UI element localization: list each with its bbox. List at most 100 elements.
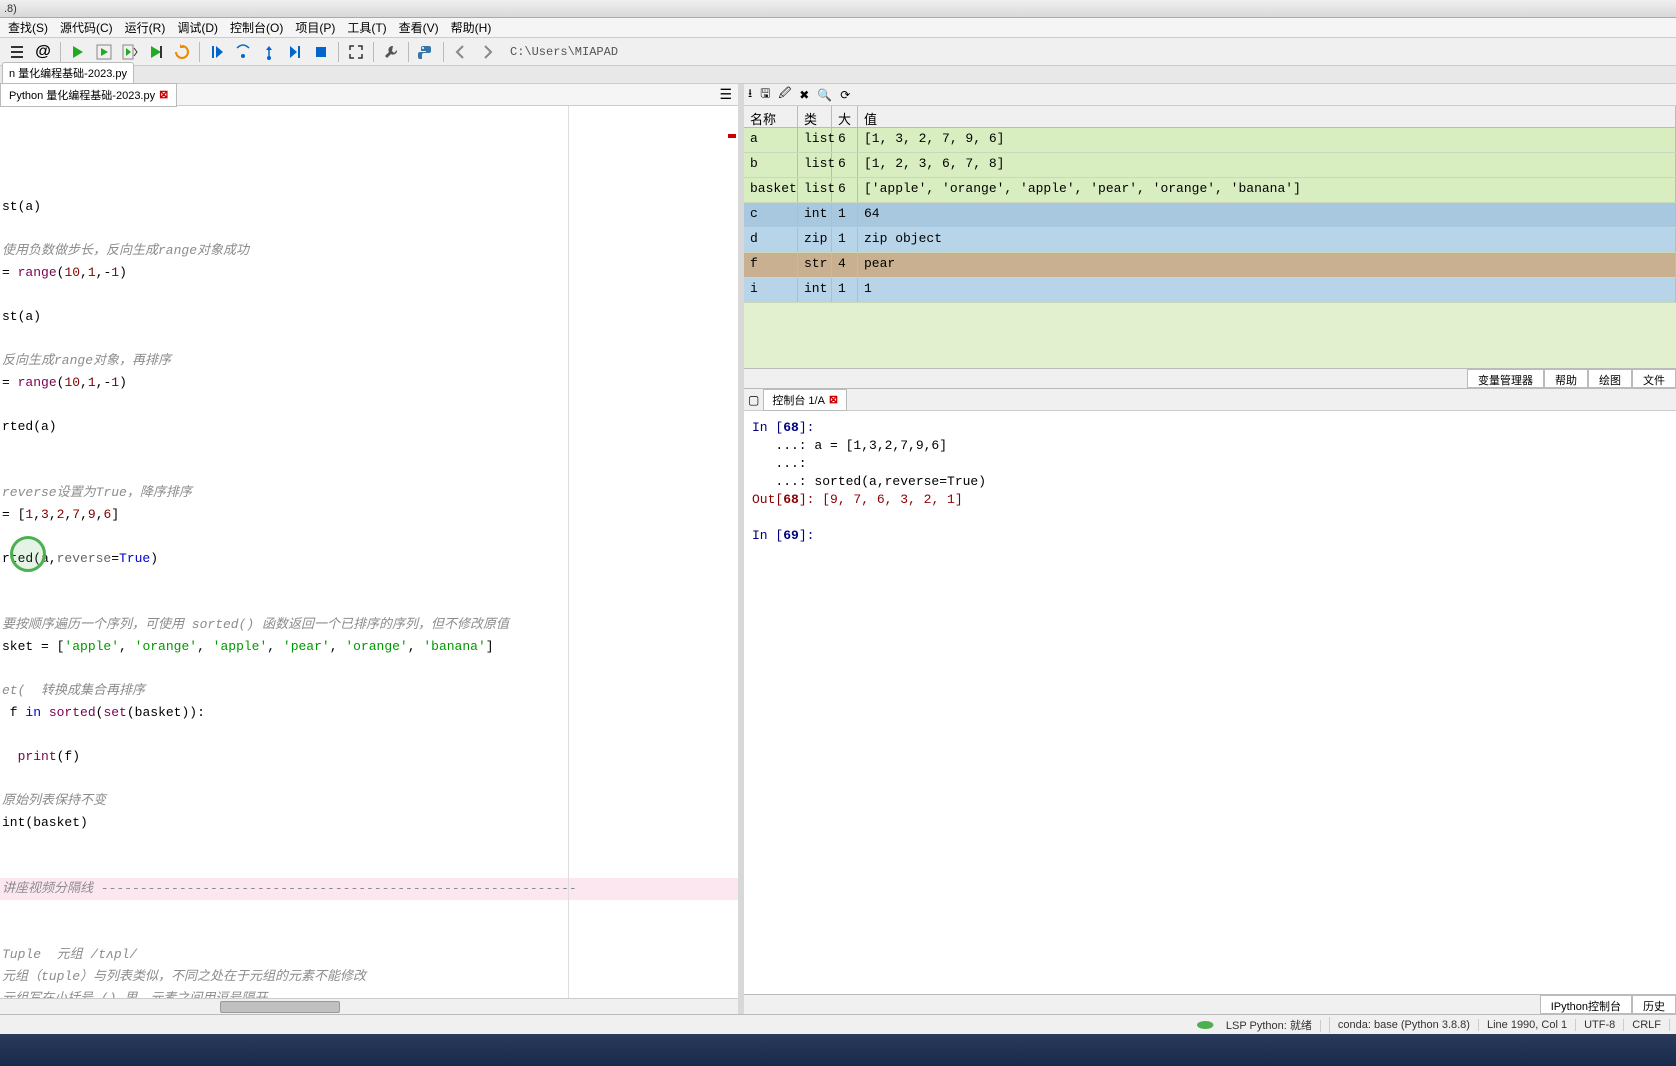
separator [373, 42, 374, 62]
right-pane: ⭳ 🖫 🖉 ✖ 🔍 ⟳ 名称 类型 大小 值 alist6[1, 3, 2, 7… [744, 84, 1676, 1014]
code-line [0, 394, 738, 416]
code-line: 讲座视频分隔线 --------------------------------… [0, 878, 738, 900]
horizontal-scrollbar[interactable] [0, 998, 738, 1014]
nav-back-icon[interactable] [450, 41, 472, 63]
main-toolbar: @ C:\Users\MIAPAD [0, 38, 1676, 66]
debug-stop-icon[interactable] [310, 41, 332, 63]
var-size: 1 [832, 203, 858, 227]
code-editor[interactable]: st(a) 使用负数做步长，反向生成range对象成功= range(10,1,… [0, 106, 738, 998]
wrench-icon[interactable] [380, 41, 402, 63]
col-value-header[interactable]: 值 [858, 106, 1676, 127]
variable-toolbar: ⭳ 🖫 🖉 ✖ 🔍 ⟳ [744, 84, 1676, 106]
rerun-icon[interactable] [171, 41, 193, 63]
main-area: Python 量化编程基础-2023.py ⊠ ☰ st(a) 使用负数做步长，… [0, 84, 1676, 1014]
conda-env[interactable]: conda: base (Python 3.8.8) [1330, 1019, 1479, 1031]
code-line: print(f) [0, 746, 738, 768]
windows-taskbar[interactable] [0, 1034, 1676, 1066]
editor-pane: Python 量化编程基础-2023.py ⊠ ☰ st(a) 使用负数做步长，… [0, 84, 738, 1014]
panel-icon[interactable]: ▢ [748, 393, 759, 407]
run-cell-advance-icon[interactable] [119, 41, 141, 63]
working-dir-path[interactable]: C:\Users\MIAPAD [502, 43, 1670, 61]
panel-tab[interactable]: 帮助 [1544, 369, 1588, 388]
debug-continue-icon[interactable] [284, 41, 306, 63]
run-selection-icon[interactable] [145, 41, 167, 63]
title-bar: .8) [0, 0, 1676, 18]
at-icon[interactable]: @ [32, 41, 54, 63]
save-icon[interactable]: 🖫 [760, 84, 770, 105]
menu-item[interactable]: 控制台(O) [224, 17, 289, 38]
debug-step-into-icon[interactable] [232, 41, 254, 63]
editor-tab[interactable]: Python 量化编程基础-2023.py ⊠ [0, 83, 177, 107]
var-name: c [744, 203, 798, 227]
python-icon[interactable] [415, 41, 437, 63]
separator [338, 42, 339, 62]
encoding[interactable]: UTF-8 [1576, 1019, 1624, 1031]
panel-tab[interactable]: IPython控制台 [1540, 995, 1632, 1014]
variable-row[interactable]: blist6[1, 2, 3, 6, 7, 8] [744, 153, 1676, 178]
menu-item[interactable]: 项目(P) [289, 17, 341, 38]
var-value: [1, 3, 2, 7, 9, 6] [858, 128, 1676, 152]
console-tab[interactable]: 控制台 1/A ⊠ [763, 389, 847, 411]
panel-tab[interactable]: 历史 [1632, 995, 1676, 1014]
delete-icon[interactable]: ✖ [799, 88, 809, 102]
document-tab[interactable]: n 量化编程基础-2023.py [2, 62, 134, 83]
debug-step-over-icon[interactable] [206, 41, 228, 63]
cursor-position: Line 1990, Col 1 [1479, 1019, 1576, 1031]
panel-tab[interactable]: 绘图 [1588, 369, 1632, 388]
menu-item[interactable]: 工具(T) [341, 17, 392, 38]
ipython-console[interactable]: In [68]: ...: a = [1,3,2,7,9,6] ...: ...… [744, 411, 1676, 994]
col-type-header[interactable]: 类型 [798, 106, 832, 127]
status-bar: LSP Python: 就绪 conda: base (Python 3.8.8… [0, 1014, 1676, 1034]
variable-row[interactable]: cint164 [744, 203, 1676, 228]
variable-row[interactable]: fstr4pear [744, 253, 1676, 278]
code-line: 使用负数做步长，反向生成range对象成功 [0, 240, 738, 262]
code-line: Tuple 元组 /tʌpl/ [0, 944, 738, 966]
scrollbar-thumb[interactable] [220, 1001, 340, 1013]
import-icon[interactable]: ⭳ [748, 84, 752, 105]
run-icon[interactable] [67, 41, 89, 63]
code-line [0, 922, 738, 944]
menu-item[interactable]: 帮助(H) [445, 17, 498, 38]
variable-row[interactable]: dzip1zip object [744, 228, 1676, 253]
menu-item[interactable]: 查找(S) [2, 17, 54, 38]
variable-row[interactable]: alist6[1, 3, 2, 7, 9, 6] [744, 128, 1676, 153]
code-line [0, 900, 738, 922]
code-line [0, 570, 738, 592]
variable-row[interactable]: basketlist6['apple', 'orange', 'apple', … [744, 178, 1676, 203]
var-name: f [744, 253, 798, 277]
panel-tab[interactable]: 变量管理器 [1467, 369, 1544, 388]
maximize-icon[interactable] [345, 41, 367, 63]
line-ending[interactable]: CRLF [1624, 1019, 1670, 1031]
refresh-icon[interactable]: ⟳ [840, 88, 850, 102]
run-cell-icon[interactable] [93, 41, 115, 63]
var-type: zip [798, 228, 832, 252]
debug-step-out-icon[interactable] [258, 41, 280, 63]
var-value: zip object [858, 228, 1676, 252]
code-line [0, 218, 738, 240]
code-line: 元组（tuple）与列表类似，不同之处在于元组的元素不能修改 [0, 966, 738, 988]
code-line: 反向生成range对象，再排序 [0, 350, 738, 372]
code-line: 要按顺序遍历一个序列，可使用 sorted() 函数返回一个已排序的序列，但不修… [0, 614, 738, 636]
close-icon[interactable]: ⊠ [829, 393, 838, 406]
nav-forward-icon[interactable] [476, 41, 498, 63]
separator [60, 42, 61, 62]
menu-item[interactable]: 源代码(C) [54, 17, 119, 38]
outline-icon[interactable] [6, 41, 28, 63]
close-icon[interactable]: ⊠ [159, 88, 168, 101]
variable-row[interactable]: iint11 [744, 278, 1676, 303]
menu-item[interactable]: 运行(R) [119, 17, 172, 38]
hamburger-icon[interactable]: ☰ [713, 84, 738, 105]
code-line: st(a) [0, 196, 738, 218]
menu-item[interactable]: 查看(V) [393, 17, 445, 38]
panel-tab[interactable]: 文件 [1632, 369, 1676, 388]
menu-item[interactable]: 调试(D) [171, 17, 224, 38]
col-name-header[interactable]: 名称 [744, 106, 798, 127]
search-icon[interactable]: 🔍 [817, 88, 832, 102]
var-size: 1 [832, 278, 858, 302]
separator [443, 42, 444, 62]
col-size-header[interactable]: 大小 [832, 106, 858, 127]
variable-header-row: 名称 类型 大小 值 [744, 106, 1676, 128]
save-as-icon[interactable]: 🖉 [778, 84, 791, 105]
var-type: list [798, 128, 832, 152]
editor-tab-strip: Python 量化编程基础-2023.py ⊠ ☰ [0, 84, 738, 106]
